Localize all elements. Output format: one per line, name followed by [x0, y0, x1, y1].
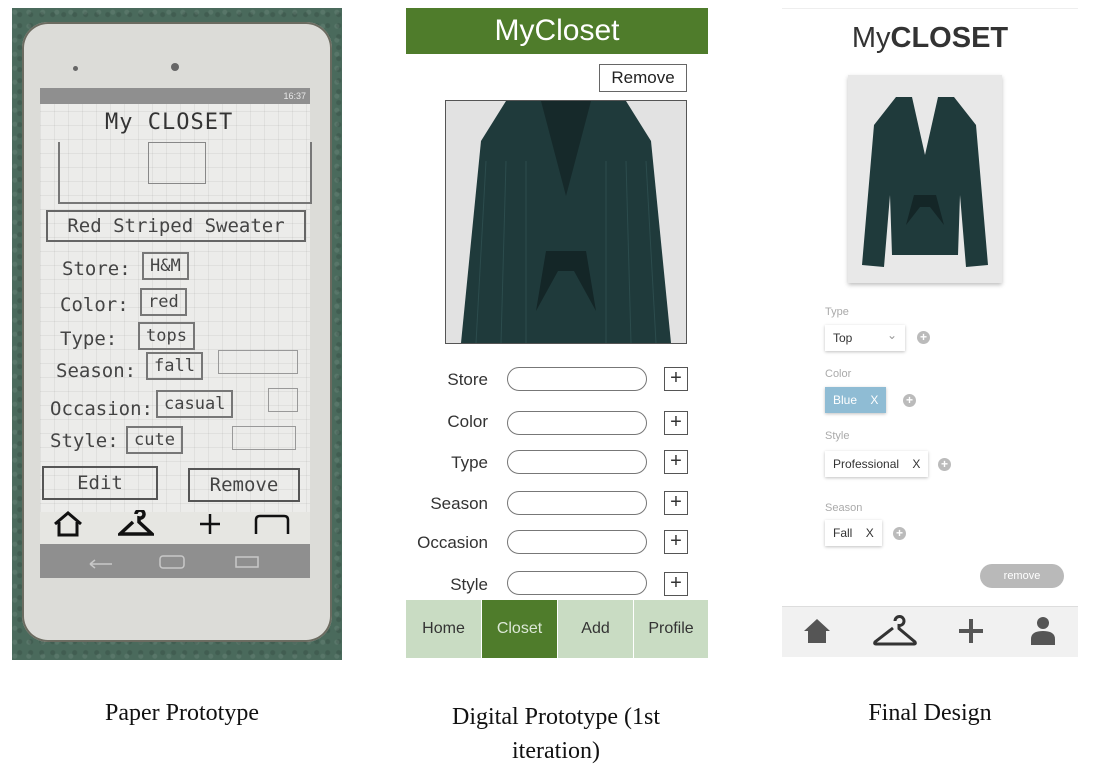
final-type-select[interactable]: Top ⌄ — [825, 325, 905, 351]
paper-item-name-field[interactable]: Red Striped Sweater — [46, 210, 306, 242]
plus-icon[interactable] — [196, 510, 224, 545]
digital-add-occasion-button[interactable]: + — [664, 530, 688, 554]
final-season-label: Season — [825, 502, 863, 514]
digital-input-occasion[interactable] — [507, 530, 647, 554]
paper-chip-store[interactable]: H&M — [142, 252, 189, 280]
digital-label-occasion: Occasion — [417, 533, 488, 552]
digital-label-store: Store — [447, 370, 488, 389]
paper-label-store: Store: — [62, 258, 131, 280]
digital-caption-line-2: iteration) — [512, 738, 600, 764]
home-icon[interactable] — [802, 617, 832, 650]
digital-app-title: MyCloset — [406, 8, 708, 54]
remove-style-chip-icon[interactable]: X — [912, 457, 920, 471]
paper-label-occasion: Occasion: — [50, 398, 153, 420]
paper-edit-button[interactable]: Edit — [42, 466, 158, 500]
remove-season-chip-icon[interactable]: X — [866, 526, 874, 540]
paper-status-time: 16:37 — [283, 91, 306, 101]
digital-label-type: Type — [451, 453, 488, 472]
paper-sketch-box — [148, 142, 206, 184]
home-icon[interactable] — [52, 510, 84, 545]
hanger-icon[interactable] — [115, 508, 157, 547]
final-color-label: Color — [825, 368, 852, 380]
add-color-icon[interactable]: + — [903, 394, 916, 407]
digital-label-season: Season — [430, 494, 488, 513]
final-color-value: Blue — [833, 393, 858, 407]
digital-add-color-button[interactable]: + — [664, 411, 688, 435]
paper-image-placeholder — [58, 142, 312, 204]
digital-label-style: Style — [450, 575, 488, 594]
final-style-value: Professional — [833, 457, 900, 471]
profile-icon[interactable] — [1030, 615, 1056, 650]
final-type-label: Type — [825, 306, 849, 318]
digital-input-season[interactable] — [507, 491, 647, 515]
plus-icon[interactable] — [957, 617, 985, 650]
digital-input-type[interactable] — [507, 450, 647, 474]
paper-chip-style[interactable]: cute — [126, 426, 183, 454]
paper-chip-occasion[interactable]: casual — [156, 390, 234, 418]
digital-add-season-button[interactable]: + — [664, 491, 688, 515]
blouse-illustration — [848, 75, 1002, 283]
add-style-icon[interactable]: + — [938, 458, 951, 471]
final-remove-button[interactable]: remove — [980, 564, 1064, 588]
final-season-chip[interactable]: Fall X — [825, 520, 882, 546]
digital-input-store[interactable] — [507, 367, 647, 391]
final-season-value: Fall — [833, 526, 853, 540]
final-type-value: Top — [833, 331, 853, 345]
profile-icon[interactable] — [252, 510, 292, 545]
final-title-prefix: My — [851, 22, 891, 54]
digital-tab-add[interactable]: Add — [558, 600, 633, 658]
add-type-icon[interactable]: + — [917, 331, 930, 344]
final-design-caption: Final Design — [868, 700, 992, 726]
paper-empty-season[interactable] — [218, 350, 298, 374]
digital-caption-line-1: Digital Prototype (1st — [452, 704, 660, 730]
final-style-label: Style — [825, 430, 850, 442]
paper-status-bar: 16:37 — [40, 88, 310, 104]
final-garment-image — [848, 75, 1002, 283]
paper-empty-style[interactable] — [232, 426, 296, 450]
digital-tab-home[interactable]: Home — [406, 600, 481, 658]
digital-remove-button[interactable]: Remove — [599, 64, 687, 92]
chevron-down-icon: ⌄ — [886, 328, 897, 342]
remove-color-chip-icon[interactable]: X — [870, 393, 878, 407]
paper-empty-occasion[interactable] — [268, 388, 298, 412]
paper-chip-type[interactable]: tops — [138, 322, 195, 350]
final-app-title: MyCLOSET — [782, 22, 1078, 55]
digital-input-color[interactable] — [507, 411, 647, 435]
digital-add-store-button[interactable]: + — [664, 367, 688, 391]
paper-label-color: Color: — [60, 294, 129, 316]
paper-speaker-dot — [73, 66, 78, 71]
digital-tab-closet[interactable]: Closet — [482, 600, 557, 658]
digital-input-style[interactable] — [507, 571, 647, 595]
final-style-chip[interactable]: Professional X — [825, 451, 929, 477]
hanger-icon[interactable] — [872, 614, 918, 653]
paper-chip-color[interactable]: red — [140, 288, 187, 316]
digital-label-color: Color — [447, 412, 488, 431]
digital-add-type-button[interactable]: + — [664, 450, 688, 474]
add-season-icon[interactable]: + — [893, 527, 906, 540]
paper-label-type: Type: — [60, 328, 118, 350]
paper-chip-season[interactable]: fall — [146, 352, 203, 380]
final-color-chip[interactable]: Blue X — [825, 387, 887, 413]
digital-prototype-caption: Digital Prototype (1st iteration) — [400, 700, 712, 768]
system-nav-icons — [89, 555, 259, 569]
paper-label-style: Style: — [50, 430, 119, 452]
paper-label-season: Season: — [56, 360, 137, 382]
paper-camera-dot — [171, 63, 179, 71]
blouse-illustration — [446, 101, 686, 343]
final-title-bold: CLOSET — [890, 22, 1009, 54]
paper-prototype-caption: Paper Prototype — [105, 700, 259, 726]
digital-garment-image — [445, 100, 687, 344]
paper-system-navbar — [40, 544, 310, 578]
digital-tab-profile[interactable]: Profile — [634, 600, 708, 658]
paper-remove-button[interactable]: Remove — [188, 468, 300, 502]
paper-title: My CLOSET — [105, 110, 234, 135]
digital-add-style-button[interactable]: + — [664, 572, 688, 596]
